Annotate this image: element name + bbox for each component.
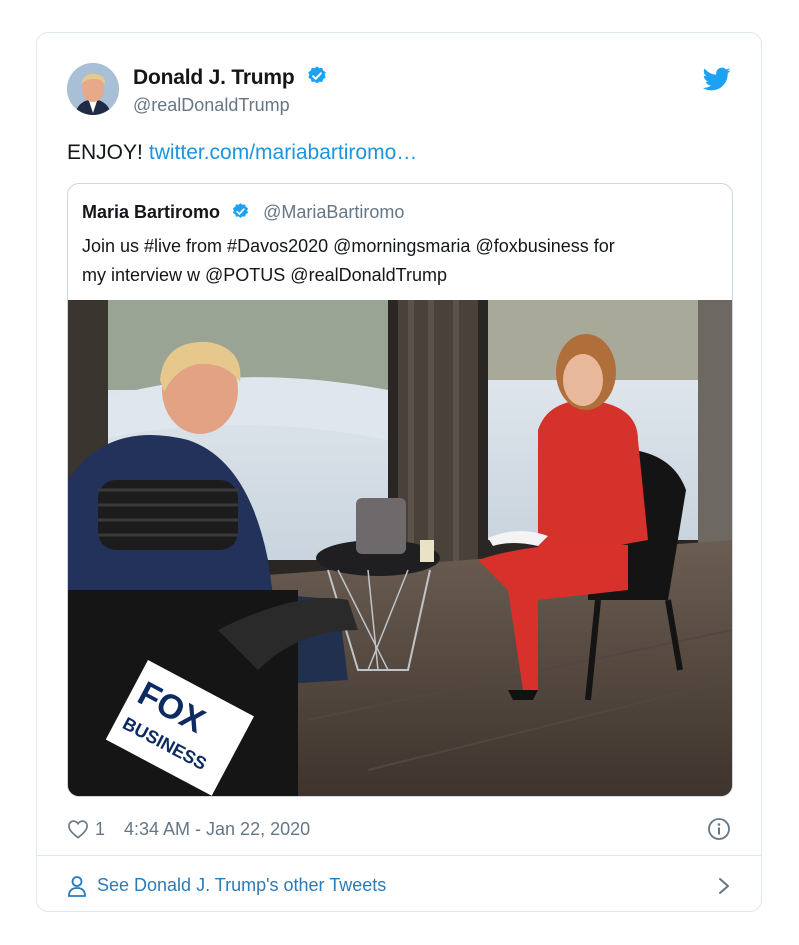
- twitter-bird-icon[interactable]: [703, 65, 731, 93]
- like-count[interactable]: 1: [95, 819, 105, 840]
- heart-icon[interactable]: [67, 819, 89, 839]
- author-handle[interactable]: @realDonaldTrump: [133, 95, 290, 116]
- tweet-timestamp[interactable]: 4:34 AM - Jan 22, 2020: [124, 819, 310, 840]
- divider: [37, 855, 761, 856]
- author-name[interactable]: Donald J. Trump: [133, 65, 328, 90]
- tweet-footer: 1 4:34 AM - Jan 22, 2020: [67, 817, 733, 845]
- info-icon[interactable]: [707, 817, 731, 841]
- verified-badge-icon: [308, 66, 326, 84]
- chevron-right-icon[interactable]: [717, 876, 731, 896]
- quoted-text: Join us #live from #Davos2020 @morningsm…: [82, 236, 615, 285]
- interview-photo[interactable]: FOX BUSINESS: [68, 300, 732, 796]
- person-icon: [68, 876, 86, 897]
- quoted-tweet[interactable]: Maria Bartiromo @MariaBartiromo Join us …: [67, 183, 733, 797]
- tweet-card: Donald J. Trump @realDonaldTrump ENJOY! t…: [36, 32, 762, 912]
- verified-badge-icon: [233, 203, 249, 218]
- tweet-text: ENJOY! twitter.com/mariabartiromo…: [67, 141, 418, 164]
- see-more-tweets-link[interactable]: See Donald J. Trump's other Tweets: [67, 873, 733, 901]
- quoted-author[interactable]: Maria Bartiromo @MariaBartiromo: [82, 202, 404, 223]
- tweet-link[interactable]: twitter.com/mariabartiromo…: [149, 141, 417, 164]
- quoted-handle[interactable]: @MariaBartiromo: [263, 202, 404, 222]
- author-avatar[interactable]: [67, 63, 119, 115]
